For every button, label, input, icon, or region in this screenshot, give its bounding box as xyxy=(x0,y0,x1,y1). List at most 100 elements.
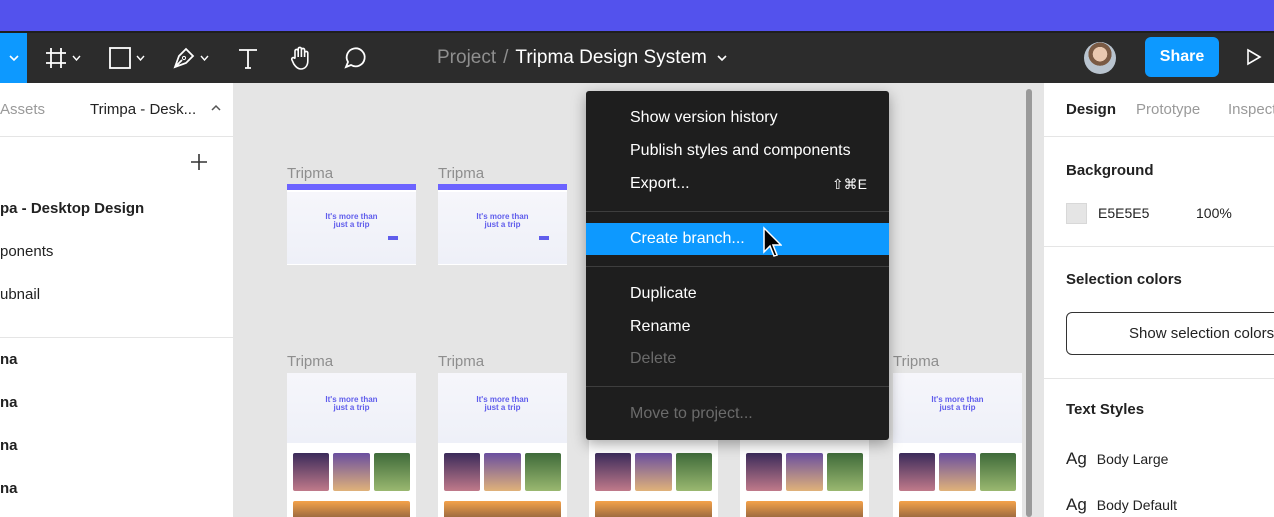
chevron-down-icon xyxy=(8,55,19,62)
shape-tool-button[interactable] xyxy=(108,33,145,83)
hero-heading: just a trip xyxy=(333,403,370,412)
menu-item-publish-styles[interactable]: Publish styles and components xyxy=(586,135,889,167)
frame-thumbnail[interactable] xyxy=(740,440,869,517)
layer-item[interactable]: na xyxy=(0,437,18,454)
page-selector[interactable]: Trimpa - Desk... xyxy=(90,101,196,118)
destination-image xyxy=(484,453,521,491)
layer-item[interactable]: na xyxy=(0,480,18,497)
hero-heading: just a trip xyxy=(484,220,521,229)
text-tool-button[interactable] xyxy=(236,33,260,83)
layer-item[interactable]: na xyxy=(0,394,18,411)
menu-item-label: Delete xyxy=(630,350,677,367)
menu-item-label: Rename xyxy=(630,318,691,335)
project-name[interactable]: Project xyxy=(437,47,496,69)
layer-item[interactable]: na xyxy=(0,351,18,368)
page-item[interactable]: ponents xyxy=(0,243,53,260)
chevron-down-icon[interactable] xyxy=(717,54,727,62)
frame-thumbnail[interactable]: It's more than just a trip xyxy=(438,184,567,265)
play-icon[interactable] xyxy=(1246,48,1262,66)
frame-thumbnail[interactable]: It's more than just a trip xyxy=(287,373,416,517)
plus-icon xyxy=(191,154,207,170)
frame-label[interactable]: Tripma xyxy=(438,165,484,182)
left-panel: Assets Trimpa - Desk... pa - Desktop Des… xyxy=(0,83,233,517)
hero-button xyxy=(388,236,398,240)
text-style-item[interactable]: Ag Body Large xyxy=(1066,449,1168,469)
background-hex-input[interactable]: E5E5E5 xyxy=(1098,205,1149,221)
frame-label[interactable]: Tripma xyxy=(893,353,939,370)
breadcrumb-separator: / xyxy=(503,47,509,68)
menu-divider xyxy=(586,386,889,387)
menu-item-create-branch[interactable]: Create branch... xyxy=(586,223,889,255)
main-menu-button[interactable] xyxy=(0,33,27,83)
text-icon xyxy=(239,49,257,69)
menu-item-label: Publish styles and components xyxy=(630,142,851,159)
hero-heading: just a trip xyxy=(939,403,976,412)
image-row xyxy=(899,453,1016,491)
image-row xyxy=(746,453,863,491)
frame-hero: It's more than just a trip xyxy=(438,192,567,264)
frame-thumbnail[interactable] xyxy=(589,440,718,517)
page-item[interactable]: ubnail xyxy=(0,286,40,303)
destination-image xyxy=(595,453,632,491)
destination-image xyxy=(444,453,481,491)
frame-hero: It's more than just a trip xyxy=(438,373,567,443)
tab-assets[interactable]: Assets xyxy=(0,101,45,118)
tab-design[interactable]: Design xyxy=(1066,101,1116,118)
pen-tool-button[interactable] xyxy=(172,33,209,83)
menu-item-label: Duplicate xyxy=(630,285,697,302)
rectangle-icon xyxy=(109,47,131,69)
pen-icon xyxy=(173,47,195,69)
frame-thumbnail[interactable]: It's more than just a trip xyxy=(287,184,416,265)
destination-image xyxy=(675,453,712,491)
destination-image xyxy=(746,501,863,517)
menu-item-shortcut: ⇧⌘E xyxy=(831,175,867,192)
frame-thumbnail[interactable]: It's more than just a trip xyxy=(438,373,567,517)
tab-prototype[interactable]: Prototype xyxy=(1136,101,1200,118)
show-selection-colors-button[interactable]: Show selection colors xyxy=(1066,312,1274,355)
chevron-down-icon xyxy=(72,55,81,61)
text-style-name: Body Default xyxy=(1096,497,1177,513)
frame-icon xyxy=(46,48,66,68)
window-top-strip xyxy=(0,0,1274,31)
file-name[interactable]: Tripma Design System xyxy=(515,47,706,69)
hero-heading: just a trip xyxy=(333,220,370,229)
menu-item-rename[interactable]: Rename xyxy=(586,311,889,343)
selection-colors-heading: Selection colors xyxy=(1066,271,1182,288)
menu-item-delete: Delete xyxy=(586,343,889,375)
destination-image xyxy=(635,453,672,491)
page-item[interactable]: pa - Desktop Design xyxy=(0,200,144,217)
hero-heading: just a trip xyxy=(484,403,521,412)
text-styles-heading: Text Styles xyxy=(1066,401,1145,418)
chevron-up-icon[interactable] xyxy=(211,104,221,111)
image-row xyxy=(444,453,561,491)
destination-image xyxy=(444,501,561,517)
background-color-swatch[interactable] xyxy=(1066,203,1087,224)
share-button[interactable]: Share xyxy=(1145,37,1219,77)
toolbar: Project / Tripma Design System Share xyxy=(0,31,1274,83)
hand-tool-button[interactable] xyxy=(288,33,314,83)
frame-tool-button[interactable] xyxy=(44,33,81,83)
frame-label[interactable]: Tripma xyxy=(287,353,333,370)
menu-divider xyxy=(586,266,889,267)
text-style-item[interactable]: Ag Body Default xyxy=(1066,495,1177,515)
left-panel-tabs: Assets Trimpa - Desk... xyxy=(0,83,233,137)
comment-tool-button[interactable] xyxy=(342,33,368,83)
add-page-button[interactable] xyxy=(190,153,208,174)
menu-item-show-version-history[interactable]: Show version history xyxy=(586,102,889,134)
destination-image xyxy=(595,501,712,517)
background-opacity-input[interactable]: 100% xyxy=(1196,205,1232,221)
frame-label[interactable]: Tripma xyxy=(438,353,484,370)
avatar[interactable] xyxy=(1084,42,1116,74)
divider xyxy=(1044,378,1274,379)
canvas-scrollbar[interactable] xyxy=(1026,89,1032,517)
menu-item-label: Show version history xyxy=(630,109,778,126)
destination-image xyxy=(373,453,410,491)
menu-item-export[interactable]: Export... ⇧⌘E xyxy=(586,168,889,200)
tab-inspect[interactable]: Inspect xyxy=(1228,101,1274,118)
destination-image xyxy=(826,453,863,491)
frame-label[interactable]: Tripma xyxy=(287,165,333,182)
document-title[interactable]: Project / Tripma Design System xyxy=(437,33,727,83)
menu-divider xyxy=(586,211,889,212)
menu-item-duplicate[interactable]: Duplicate xyxy=(586,278,889,310)
frame-thumbnail[interactable]: It's more than just a trip xyxy=(893,373,1022,517)
